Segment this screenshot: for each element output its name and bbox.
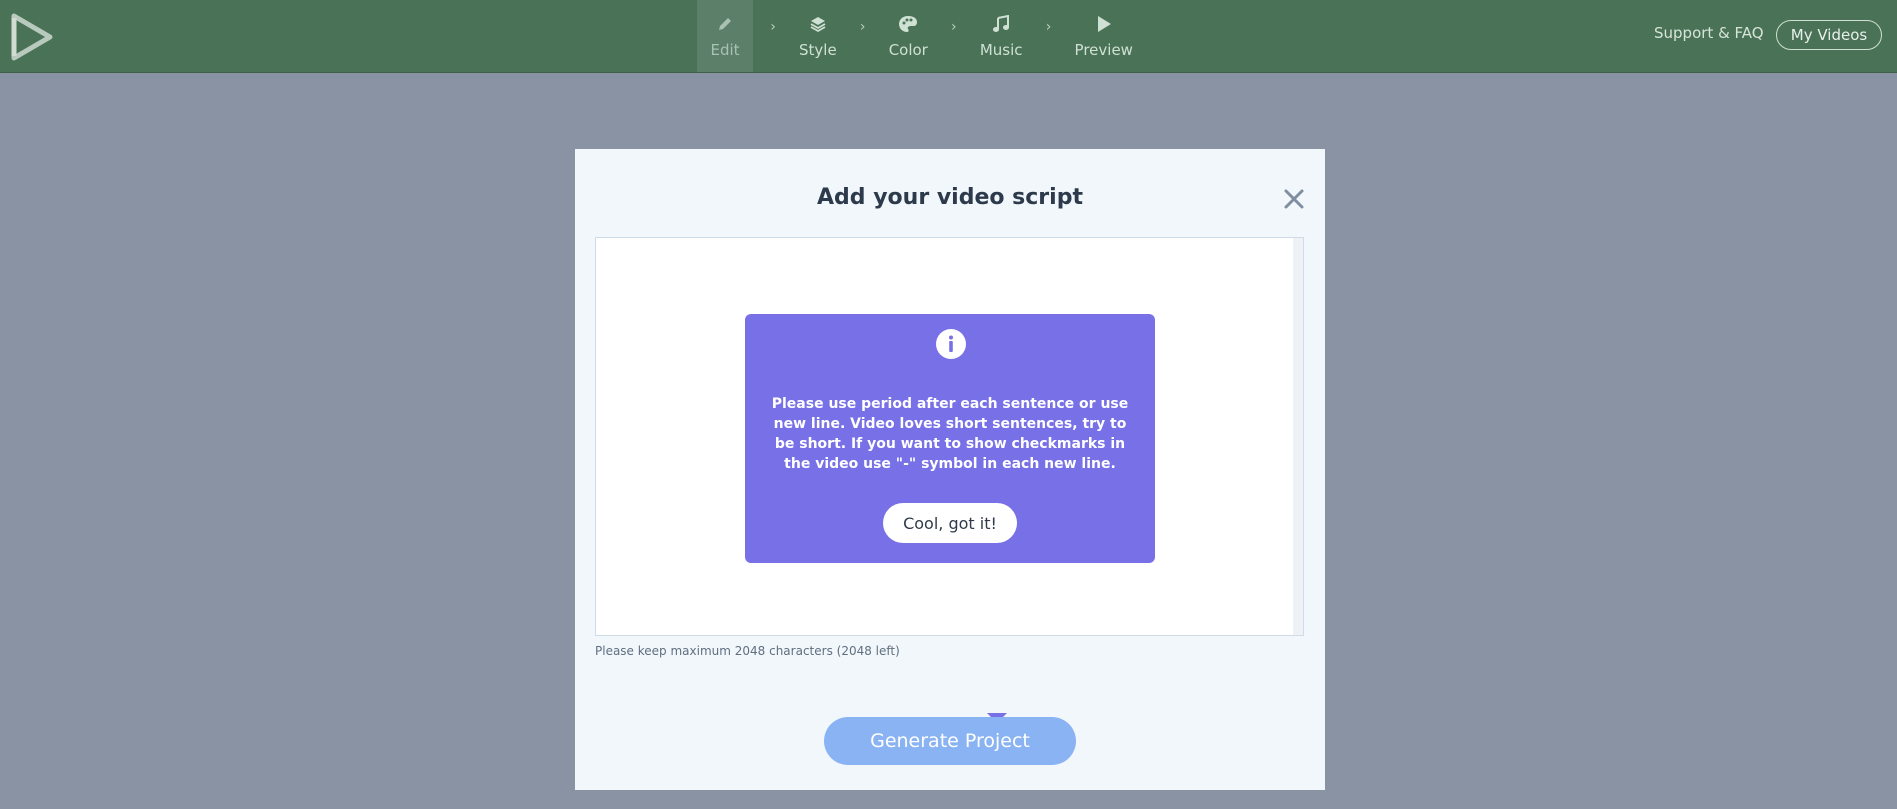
editor-scrollbar[interactable] [1293, 238, 1303, 635]
script-modal: Add your video script Please use period … [575, 149, 1325, 790]
my-videos-button[interactable]: My Videos [1776, 20, 1882, 50]
close-icon[interactable] [1282, 187, 1306, 211]
support-faq-link[interactable]: Support & FAQ [1654, 24, 1764, 42]
modal-title: Add your video script [817, 185, 1083, 210]
chevron-right-icon: › [770, 19, 776, 35]
step-edit[interactable]: Edit [697, 0, 753, 72]
pencil-icon [715, 14, 735, 34]
step-preview-label: Preview [1074, 40, 1133, 59]
step-style[interactable]: Style [793, 0, 843, 72]
character-limit-hint: Please keep maximum 2048 characters (204… [595, 644, 900, 658]
step-style-label: Style [799, 40, 837, 59]
play-icon [1094, 14, 1114, 34]
info-icon [936, 329, 966, 359]
music-note-icon [991, 14, 1011, 34]
step-preview[interactable]: Preview [1069, 0, 1139, 72]
app-logo-icon[interactable] [10, 12, 54, 62]
step-edit-label: Edit [710, 40, 740, 59]
chevron-right-icon: › [1045, 19, 1052, 35]
chevron-right-icon: › [859, 19, 866, 35]
chevron-right-icon: › [951, 19, 957, 35]
tip-popover: Please use period after each sentence or… [745, 314, 1155, 563]
layers-icon [808, 14, 828, 34]
palette-icon [898, 14, 918, 34]
generate-project-button[interactable]: Generate Project [824, 717, 1076, 765]
got-it-button[interactable]: Cool, got it! [883, 503, 1017, 543]
top-nav-bar: Edit › Style › Color › Music › Preview S… [0, 0, 1897, 73]
step-music[interactable]: Music [974, 0, 1029, 72]
step-color-label: Color [888, 40, 928, 59]
step-color[interactable]: Color [883, 0, 934, 72]
step-navigation: Edit › Style › Color › Music › Preview [697, 0, 1139, 72]
step-music-label: Music [979, 40, 1023, 59]
tip-message: Please use period after each sentence or… [771, 396, 1129, 472]
